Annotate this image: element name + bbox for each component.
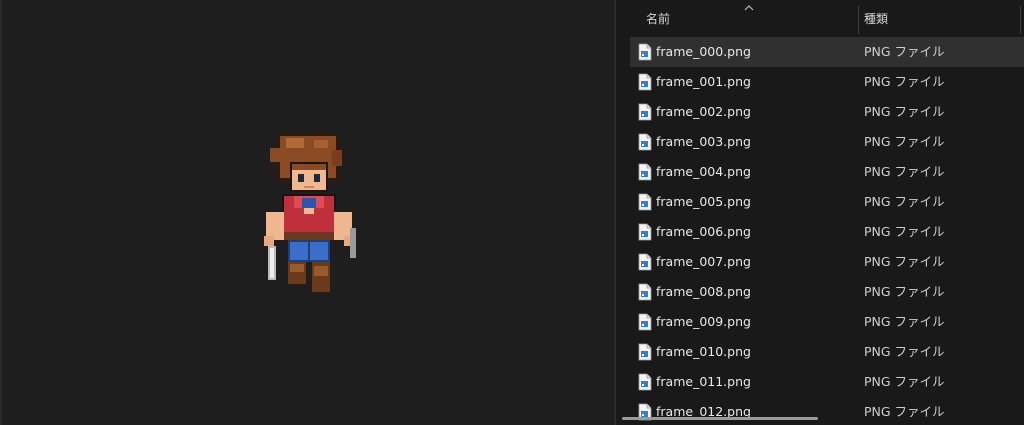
file-type: PNG ファイル (864, 374, 945, 389)
column-header-type[interactable]: 種類 (864, 0, 1014, 36)
file-name: frame_001.png (656, 74, 751, 89)
png-file-icon (638, 283, 652, 301)
png-file-icon (638, 163, 652, 181)
preview-border (0, 0, 2, 425)
horizontal-scrollbar[interactable] (622, 417, 818, 420)
file-row[interactable]: frame_009.png PNG ファイル (630, 307, 1024, 337)
file-row[interactable]: frame_000.png PNG ファイル (630, 37, 1024, 67)
file-name: frame_003.png (656, 134, 751, 149)
file-type: PNG ファイル (864, 284, 945, 299)
file-type: PNG ファイル (864, 404, 945, 419)
file-type: PNG ファイル (864, 344, 945, 359)
png-file-icon (638, 103, 652, 121)
file-name: frame_012.png (656, 404, 751, 419)
column-header-row: 名前 種類 (616, 0, 1024, 36)
chevron-up-icon (744, 5, 754, 11)
file-type: PNG ファイル (864, 254, 945, 269)
png-file-icon (638, 253, 652, 271)
character-sprite-image (264, 132, 356, 292)
png-file-icon (638, 313, 652, 331)
file-row[interactable]: frame_007.png PNG ファイル (630, 247, 1024, 277)
column-divider[interactable] (1020, 6, 1021, 34)
file-type: PNG ファイル (864, 134, 945, 149)
file-name: frame_000.png (656, 44, 751, 59)
file-name: frame_004.png (656, 164, 751, 179)
file-row[interactable]: frame_011.png PNG ファイル (630, 367, 1024, 397)
file-row[interactable]: frame_005.png PNG ファイル (630, 187, 1024, 217)
file-name: frame_011.png (656, 374, 751, 389)
file-row[interactable]: frame_004.png PNG ファイル (630, 157, 1024, 187)
png-file-icon (638, 223, 652, 241)
file-type: PNG ファイル (864, 104, 945, 119)
file-row[interactable]: frame_002.png PNG ファイル (630, 97, 1024, 127)
column-divider[interactable] (858, 6, 859, 34)
file-name: frame_002.png (656, 104, 751, 119)
file-type: PNG ファイル (864, 74, 945, 89)
file-row[interactable]: frame_006.png PNG ファイル (630, 217, 1024, 247)
file-row[interactable]: frame_001.png PNG ファイル (630, 67, 1024, 97)
file-list-pane: 名前 種類 frame_000.png PNG ファイル frame_001.png… (616, 0, 1024, 425)
file-type: PNG ファイル (864, 194, 945, 209)
png-file-icon (638, 133, 652, 151)
png-file-icon (638, 373, 652, 391)
png-file-icon (638, 73, 652, 91)
file-type: PNG ファイル (864, 224, 945, 239)
png-file-icon (638, 193, 652, 211)
file-type: PNG ファイル (864, 44, 945, 59)
file-row[interactable]: frame_003.png PNG ファイル (630, 127, 1024, 157)
file-row[interactable]: frame_008.png PNG ファイル (630, 277, 1024, 307)
file-name: frame_008.png (656, 284, 751, 299)
file-name: frame_009.png (656, 314, 751, 329)
file-name: frame_010.png (656, 344, 751, 359)
image-preview-pane (0, 0, 614, 425)
file-name: frame_006.png (656, 224, 751, 239)
file-type: PNG ファイル (864, 314, 945, 329)
file-row[interactable]: frame_010.png PNG ファイル (630, 337, 1024, 367)
file-row[interactable]: frame_012.png PNG ファイル (630, 397, 1024, 425)
file-name: frame_005.png (656, 194, 751, 209)
file-name: frame_007.png (656, 254, 751, 269)
file-type: PNG ファイル (864, 164, 945, 179)
png-file-icon (638, 343, 652, 361)
png-file-icon (638, 43, 652, 61)
